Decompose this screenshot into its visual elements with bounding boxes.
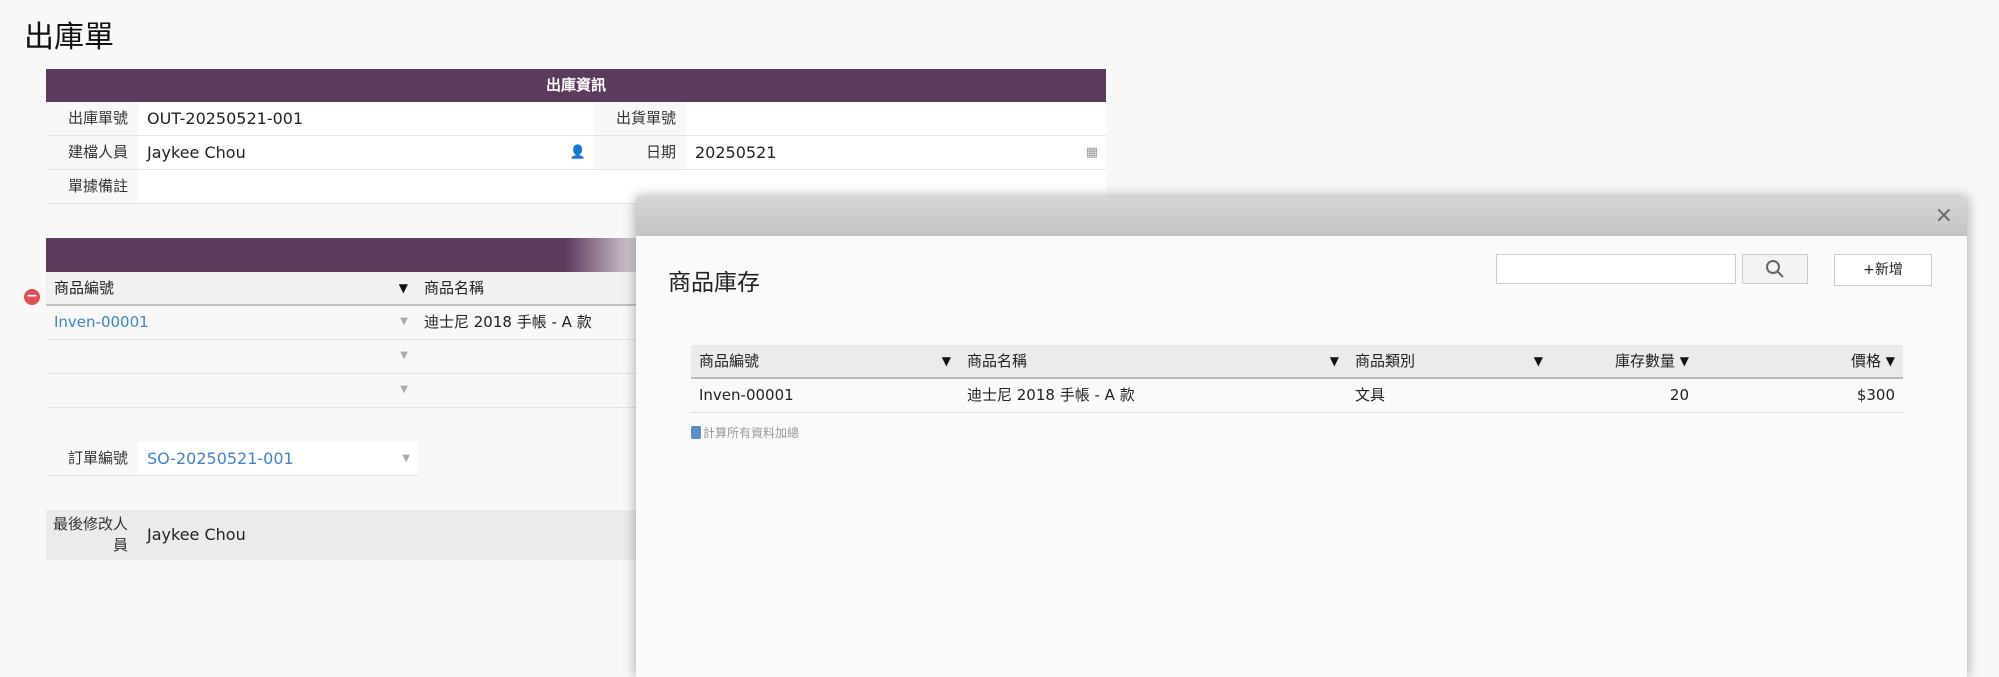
col-price-header[interactable]: 價格 ▼ [1697, 345, 1903, 377]
user-icon[interactable]: 👤 [570, 136, 586, 169]
table-row[interactable]: ▼ [46, 340, 646, 374]
dropdown-icon: ▼ [400, 316, 408, 327]
page-title: 出庫單 [24, 20, 114, 55]
last-modified-value: Jaykee Chou [138, 510, 246, 560]
items-grid: 商品編號 ▼ 商品名稱 Inven-00001 ▼ 迪士尼 2018 手帳 - A … [46, 272, 646, 408]
calculator-icon [691, 426, 701, 439]
col-name-header[interactable]: 商品名稱 [416, 272, 646, 304]
note-label: 單據備註 [67, 177, 128, 195]
dropdown-icon: ▼ [400, 350, 408, 361]
add-button[interactable]: +新增 [1834, 254, 1932, 286]
modal-titlebar[interactable]: × [636, 197, 1967, 236]
creator-field[interactable]: Jaykee Chou 👤 [138, 136, 594, 169]
sort-down-icon: ▼ [398, 281, 408, 295]
inventory-table: 商品編號 ▼ 商品名稱 ▼ 商品類別 ▼ 庫存數量 ▼ 價格 ▼ Inven-00001 … [691, 345, 1903, 413]
close-icon[interactable]: × [1935, 203, 1953, 228]
date-label: 日期 [645, 143, 676, 161]
remove-row-button[interactable]: − [24, 289, 40, 305]
table-row[interactable]: Inven-00001 ▼ 迪士尼 2018 手帳 - A 款 [46, 306, 646, 340]
item-name [416, 374, 646, 407]
last-modified-label: 最後修改人員 [52, 515, 128, 554]
sort-down-icon: ▼ [1885, 354, 1895, 368]
row-qty: 20 [1669, 386, 1689, 404]
row-category: 文具 [1355, 386, 1386, 404]
item-name [416, 340, 646, 373]
sort-down-icon: ▼ [1329, 354, 1339, 368]
item-code-field[interactable]: Inven-00001 ▼ [46, 306, 416, 339]
sort-down-icon: ▼ [1533, 354, 1543, 368]
col-qty-header[interactable]: 庫存數量 ▼ [1551, 345, 1697, 377]
item-name: 迪士尼 2018 手帳 - A 款 [424, 313, 592, 331]
outbound-info-form: 出庫資訊 出庫單號 OUT-20250521-001 出貨單號 建檔人員 Jay… [46, 69, 1106, 204]
last-modified-row: 最後修改人員 Jaykee Chou [46, 510, 646, 560]
inventory-modal: × 商品庫存 +新增 商品編號 ▼ 商品名稱 ▼ 商品類別 ▼ 庫存數量 ▼ 價格 ▼ [636, 197, 1967, 677]
table-row[interactable]: Inven-00001 迪士尼 2018 手帳 - A 款 文具 20 $300 [691, 379, 1903, 413]
item-code-field[interactable]: ▼ [46, 374, 416, 407]
sort-down-icon: ▼ [941, 354, 951, 368]
order-no-field[interactable]: SO-20250521-001 ▼ [138, 442, 418, 475]
date-field[interactable]: 20250521 ▦ [686, 136, 1106, 169]
order-no-row: 訂單編號 SO-20250521-001 ▼ [46, 442, 418, 476]
col-code-header[interactable]: 商品編號 ▼ [691, 345, 959, 377]
item-code-field[interactable]: ▼ [46, 340, 416, 373]
search-icon [1766, 260, 1784, 278]
creator-value: Jaykee Chou [147, 143, 246, 162]
modal-title: 商品庫存 [668, 270, 760, 296]
search-input[interactable] [1496, 254, 1736, 284]
table-row[interactable]: ▼ [46, 374, 646, 408]
ship-no-label: 出貨單號 [615, 109, 676, 127]
out-no-field[interactable]: OUT-20250521-001 [138, 102, 594, 135]
search-button[interactable] [1742, 254, 1808, 284]
col-name-header[interactable]: 商品名稱 ▼ [959, 345, 1347, 377]
items-section-header [46, 238, 656, 272]
section-header: 出庫資訊 [46, 69, 1106, 102]
out-no-label: 出庫單號 [67, 109, 128, 127]
order-no-label: 訂單編號 [67, 449, 128, 467]
row-price: $300 [1856, 386, 1895, 404]
creator-label: 建檔人員 [67, 143, 128, 161]
row-name: 迪士尼 2018 手帳 - A 款 [967, 386, 1135, 404]
row-code: Inven-00001 [699, 386, 794, 404]
dropdown-icon: ▼ [400, 384, 408, 395]
dropdown-icon: ▼ [402, 453, 410, 464]
calendar-icon[interactable]: ▦ [1086, 136, 1098, 169]
ship-no-field[interactable] [686, 102, 1106, 135]
col-code-header[interactable]: 商品編號 ▼ [46, 272, 416, 304]
date-value: 20250521 [695, 143, 777, 162]
sort-down-icon: ▼ [1679, 354, 1689, 368]
col-category-header[interactable]: 商品類別 ▼ [1347, 345, 1551, 377]
calc-totals-link[interactable]: 計算所有資料加總 [691, 424, 799, 441]
